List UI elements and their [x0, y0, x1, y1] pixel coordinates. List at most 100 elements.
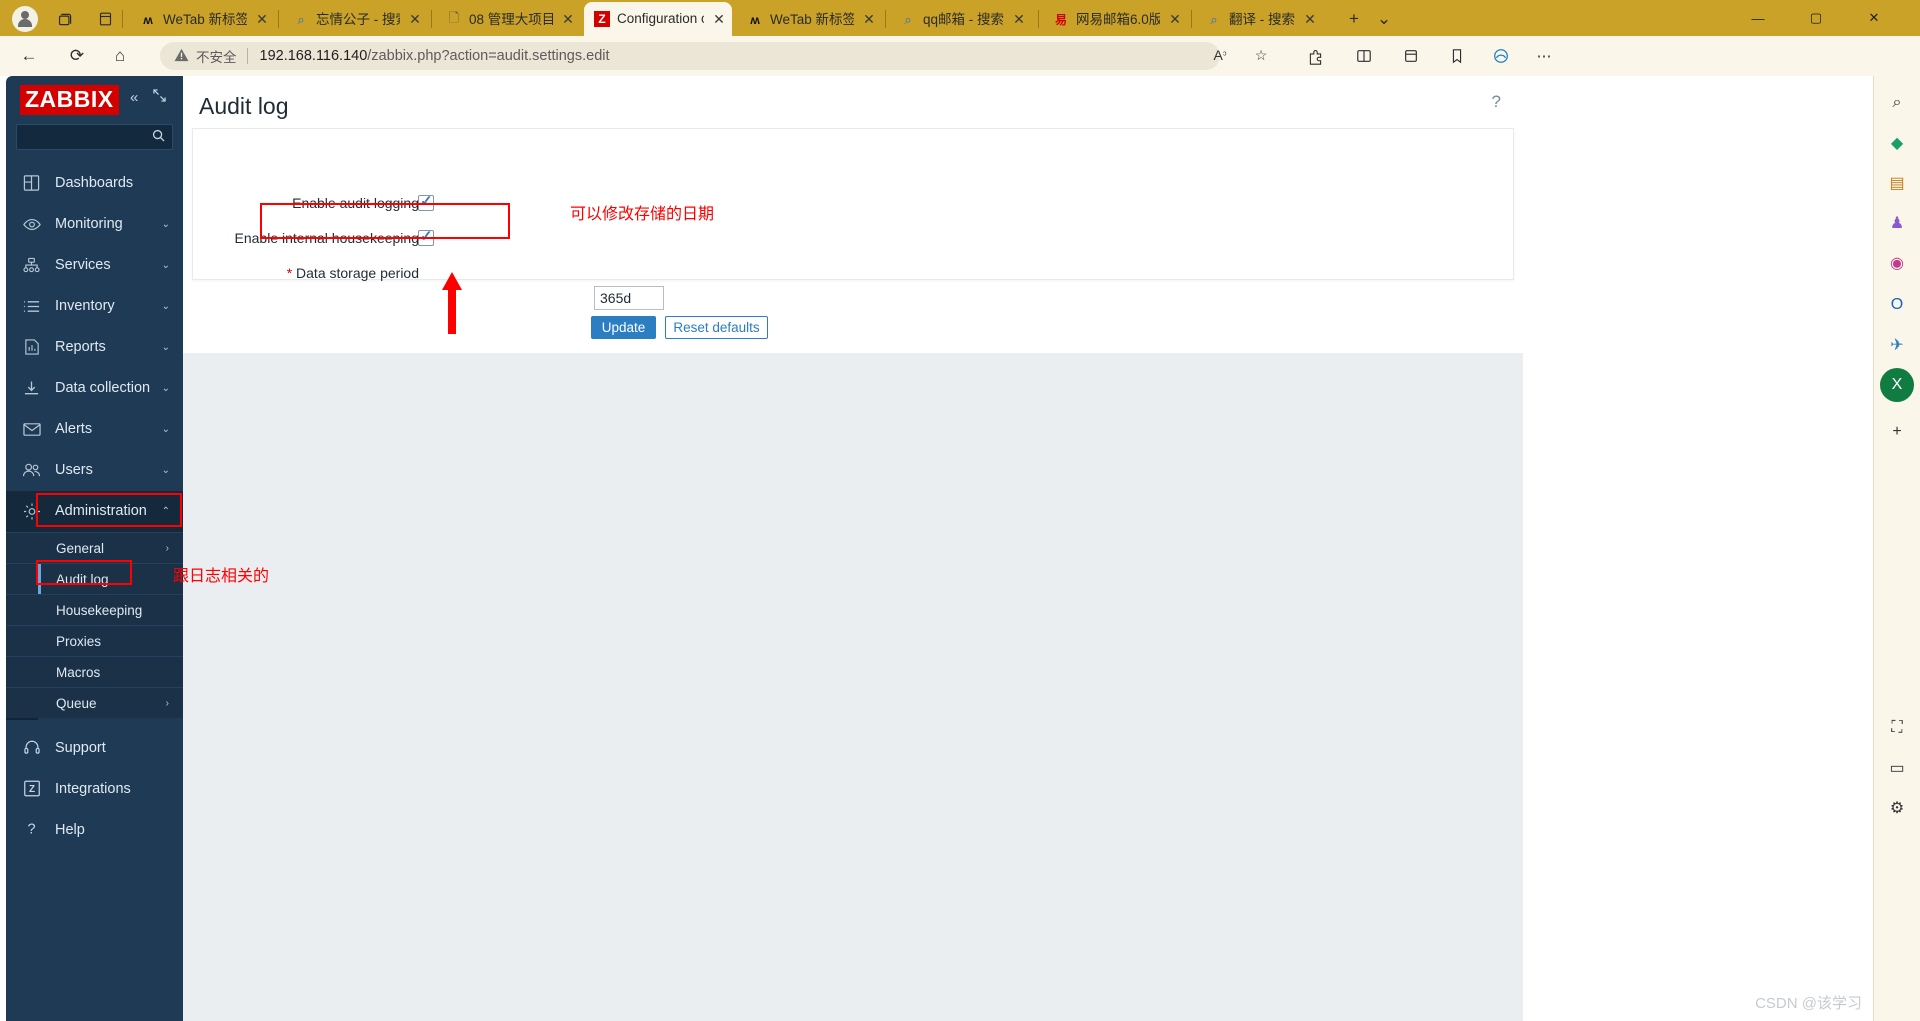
- browser-tab[interactable]: ⌕ 忘情公子 - 搜索 ✕: [283, 3, 428, 36]
- split-screen-icon[interactable]: [1347, 42, 1381, 70]
- excel-icon[interactable]: X: [1880, 368, 1914, 402]
- address-bar[interactable]: 不安全 192.168.116.140/zabbix.php?action=au…: [160, 42, 1220, 70]
- search-icon[interactable]: [152, 129, 165, 145]
- sidebar-item-reports[interactable]: Reports ⌄: [6, 327, 183, 368]
- tools-icon[interactable]: ▤: [1880, 166, 1914, 200]
- search-icon[interactable]: ⌕: [1880, 86, 1914, 120]
- netease-icon: 易: [1054, 13, 1067, 27]
- sidebar-item-monitoring[interactable]: Monitoring ⌄: [6, 204, 183, 245]
- sidebar-item-integrations[interactable]: Z Integrations: [6, 768, 183, 809]
- browser-tab-active[interactable]: Z Configuration o ✕: [584, 2, 732, 36]
- sidebar-item-services[interactable]: Services ⌄: [6, 245, 183, 286]
- split-screen-icon[interactable]: [92, 6, 118, 32]
- enable-internal-housekeeping-checkbox[interactable]: [418, 227, 434, 246]
- drop-icon[interactable]: ✈: [1880, 328, 1914, 362]
- sidebar-subitem-label: Housekeeping: [56, 602, 143, 618]
- sidebar-search-box[interactable]: [16, 124, 173, 150]
- tab-close-icon[interactable]: ✕: [860, 11, 878, 29]
- tab-title: WeTab 新标签页: [163, 11, 247, 27]
- help-icon[interactable]: ?: [1492, 92, 1501, 112]
- data-storage-period-input[interactable]: [594, 286, 664, 310]
- browser-essentials-icon[interactable]: [1484, 42, 1518, 70]
- annotation-text-audit-log: 跟日志相关的: [173, 568, 270, 585]
- add-icon[interactable]: +: [1880, 415, 1914, 449]
- split-icon[interactable]: ▭: [1880, 751, 1914, 785]
- outlook-icon[interactable]: O: [1880, 288, 1914, 322]
- settings-more-icon[interactable]: ⋯: [1527, 42, 1561, 70]
- tab-title: qq邮箱 - 搜索: [923, 11, 1005, 27]
- zabbix-logo[interactable]: ZABBIX: [20, 85, 119, 115]
- search-icon: ⌕: [1210, 11, 1218, 27]
- sidebar-subitem-proxies[interactable]: Proxies: [6, 625, 183, 657]
- extensions-icon[interactable]: [1298, 42, 1332, 70]
- window-close-button[interactable]: ✕: [1851, 0, 1897, 36]
- zabbix-app: ZABBIX « Dashboards Monitoring ⌄ Service…: [6, 76, 1523, 1021]
- url-path: /zabbix.php?action=audit.settings.edit: [367, 48, 610, 64]
- image-creator-icon[interactable]: ◉: [1880, 246, 1914, 280]
- browser-tab[interactable]: ʍ WeTab 新标签页 ✕: [130, 3, 275, 36]
- collapse-sidebar-icon[interactable]: «: [130, 89, 138, 106]
- tab-close-icon[interactable]: ✕: [406, 11, 424, 29]
- favorites-icon[interactable]: [1440, 42, 1474, 70]
- games-icon[interactable]: ♟: [1880, 206, 1914, 240]
- update-button[interactable]: Update: [591, 316, 656, 339]
- sidebar-item-label: Dashboards: [55, 175, 134, 192]
- sidebar-item-support[interactable]: Support: [6, 727, 183, 768]
- profile-avatar[interactable]: [12, 6, 38, 32]
- sidebar-subitem-label: General: [56, 540, 105, 556]
- new-tab-button[interactable]: +: [1342, 7, 1366, 31]
- tab-close-icon[interactable]: ✕: [559, 11, 577, 29]
- shopping-icon[interactable]: ◆: [1880, 126, 1914, 160]
- annotation-arrow-up: [442, 272, 462, 334]
- sidebar-subitem-macros[interactable]: Macros: [6, 656, 183, 688]
- browser-tab[interactable]: ⌕ qq邮箱 - 搜索 ✕: [890, 3, 1035, 36]
- window-minimize-button[interactable]: —: [1735, 0, 1781, 36]
- document-icon: 🗋: [448, 9, 460, 25]
- sidebar-subitem-general[interactable]: General ›: [6, 532, 183, 564]
- window-maximize-button[interactable]: ▢: [1793, 0, 1839, 36]
- tab-close-icon[interactable]: ✕: [253, 11, 271, 29]
- collections-icon[interactable]: [1394, 42, 1428, 70]
- read-aloud-icon[interactable]: Aᵓ: [1206, 41, 1234, 69]
- star-icon[interactable]: ☆: [1247, 41, 1275, 69]
- tab-close-icon[interactable]: ✕: [1010, 11, 1028, 29]
- settings-icon[interactable]: ⚙: [1880, 791, 1914, 825]
- sidebar-subitem-audit-log[interactable]: Audit log: [6, 563, 183, 595]
- sidebar-item-inventory[interactable]: Inventory ⌄: [6, 286, 183, 327]
- address-bar-row: ← ⟳ ⌂ 不安全 192.168.116.140/zabbix.php?act…: [0, 36, 1920, 76]
- chart-icon: [22, 338, 41, 357]
- enable-audit-logging-checkbox[interactable]: [418, 192, 434, 211]
- avatar-body: [18, 19, 32, 27]
- chevron-down-icon: ⌄: [161, 300, 170, 312]
- browser-tab[interactable]: 🗋 08 管理大项目 ✕: [436, 3, 581, 36]
- sidebar-subitem-queue[interactable]: Queue ›: [6, 687, 183, 719]
- sidebar-item-help[interactable]: ? Help: [6, 809, 183, 850]
- content-background: Zabbix 6.4.10. © 2001–2023, Zabbix SIA: [183, 353, 1523, 1021]
- tab-list-button[interactable]: ⌄: [1372, 7, 1396, 31]
- svg-text:Z: Z: [28, 784, 34, 795]
- reset-defaults-button[interactable]: Reset defaults: [665, 316, 768, 339]
- back-button[interactable]: ←: [14, 42, 44, 70]
- reload-button[interactable]: ⟳: [62, 42, 92, 70]
- browser-tab[interactable]: ⌕ 翻译 - 搜索 ✕: [1196, 3, 1341, 36]
- sidebar-item-dashboards[interactable]: Dashboards: [6, 163, 183, 204]
- annotation-text-storage-period: 可以修改存储的日期: [570, 206, 715, 223]
- collections-icon[interactable]: [52, 6, 78, 32]
- compact-sidebar-icon[interactable]: [153, 89, 166, 105]
- home-button[interactable]: ⌂: [105, 42, 135, 70]
- search-input[interactable]: [25, 125, 145, 149]
- tab-close-icon[interactable]: ✕: [1166, 11, 1184, 29]
- browser-chrome: ʍ WeTab 新标签页 ✕ ⌕ 忘情公子 - 搜索 ✕ 🗋 08 管理大项目 …: [0, 0, 1920, 76]
- sidebar-item-alerts[interactable]: Alerts ⌄: [6, 409, 183, 450]
- enable-audit-logging-label: Enable audit logging: [292, 195, 419, 211]
- tab-close-icon[interactable]: ✕: [710, 10, 728, 28]
- tab-close-icon[interactable]: ✕: [1301, 11, 1319, 29]
- sidebar-subitem-housekeeping[interactable]: Housekeeping: [6, 594, 183, 626]
- tab-separator: [278, 10, 279, 28]
- sidebar-item-data-collection[interactable]: Data collection ⌄: [6, 368, 183, 409]
- browser-tab[interactable]: 易 网易邮箱6.0版 ✕: [1043, 3, 1188, 36]
- browser-tab[interactable]: ʍ WeTab 新标签页 ✕: [737, 3, 882, 36]
- screenshot-icon[interactable]: ⛶: [1880, 711, 1914, 745]
- sidebar-item-users[interactable]: Users ⌄: [6, 450, 183, 491]
- sidebar-item-administration[interactable]: Administration ⌃: [6, 491, 183, 532]
